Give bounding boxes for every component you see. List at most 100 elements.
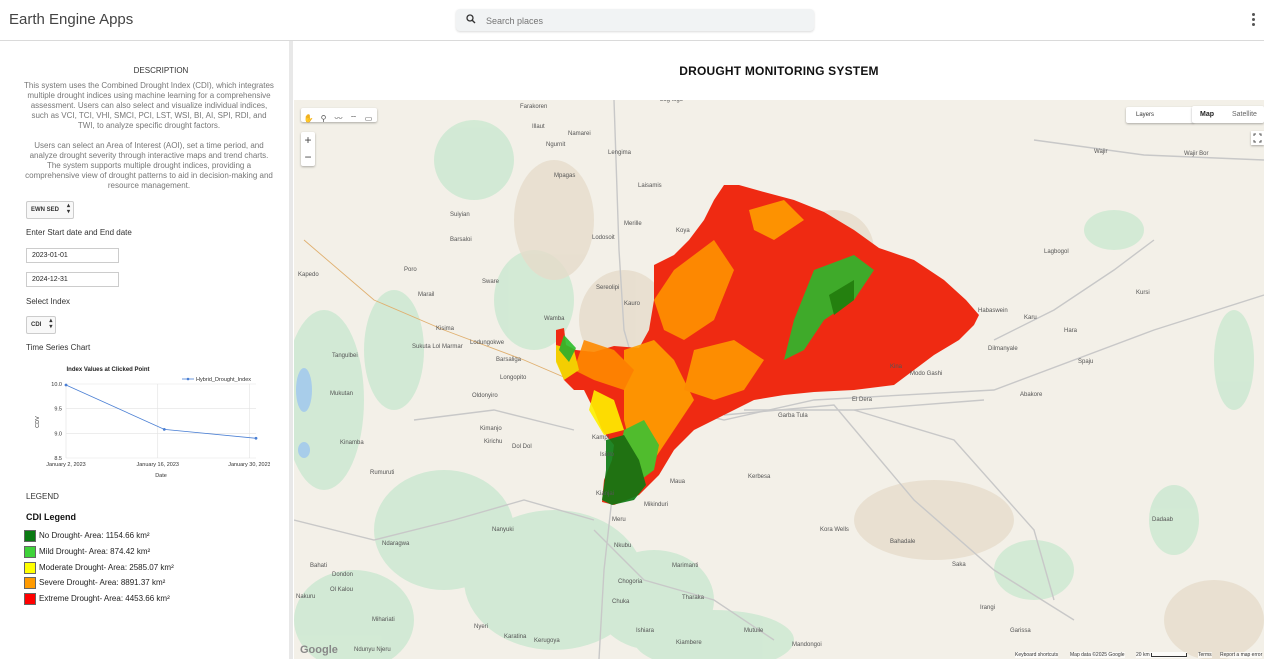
map-place-label: Illaut	[532, 124, 545, 130]
map-place-label: Chuka	[612, 599, 630, 605]
map-place-label: Kimanjo	[480, 426, 502, 432]
map-place-label: Kursi	[1136, 290, 1150, 296]
draw-rectangle-icon[interactable]: ▭	[361, 112, 376, 126]
map-data-attribution: Map data ©2025 Google	[1070, 652, 1125, 658]
map-place-label: Nyeri	[474, 624, 489, 630]
chart-data-point[interactable]	[64, 383, 68, 387]
map-place-label: Tharaka	[682, 595, 705, 601]
map-place-label: Suiyian	[450, 212, 470, 218]
map-place-label: Kirichu	[484, 439, 503, 445]
chart-y-tick-label: 9.0	[54, 431, 62, 437]
more-options-icon[interactable]	[1250, 13, 1258, 27]
chart-series-line	[65, 384, 257, 439]
aoi-select-value: EWN SED	[31, 207, 60, 213]
map-place-label: Isiolo	[600, 452, 615, 458]
map-place-label: Mandongoi	[792, 642, 822, 648]
map-view[interactable]: ✋ ⚲ 〰 ⌔ ▭ + − Layers Map Satellite Farakoren…	[294, 100, 1264, 659]
fullscreen-icon[interactable]	[1251, 131, 1264, 145]
terms-link[interactable]: Terms	[1198, 652, 1212, 658]
chart-data-point[interactable]	[254, 436, 258, 440]
end-date-input[interactable]: 2024-12-31	[26, 272, 119, 287]
pan-hand-icon[interactable]: ✋	[301, 112, 316, 126]
map-place-label: Nanyuki	[492, 527, 514, 533]
map-place-label: Kisima	[436, 326, 455, 332]
chart-x-tick-label: January 16, 2023	[136, 462, 179, 468]
map-place-label: Chogoria	[618, 579, 643, 585]
map-place-label: Dondon	[332, 572, 354, 578]
map-canvas[interactable]	[294, 100, 1264, 659]
index-select[interactable]: CDI ▴ ▾	[26, 316, 57, 334]
legend-item-label: Mild Drought- Area: 874.42 km²	[39, 547, 151, 556]
draw-line-icon[interactable]: 〰	[331, 112, 346, 126]
map-place-label: Nkubu	[614, 543, 632, 549]
drawing-tools: ✋ ⚲ 〰 ⌔ ▭	[301, 108, 377, 123]
map-place-label: Barsaloi	[450, 237, 472, 243]
top-bar: Earth Engine Apps	[0, 0, 1264, 41]
map-place-label: Lagbogol	[1044, 249, 1069, 255]
map-place-label: Ndaragwa	[382, 541, 410, 547]
aoi-select[interactable]: EWN SED ▴ ▾	[26, 201, 75, 219]
layers-button[interactable]: Layers	[1126, 107, 1194, 123]
map-place-label: Marimanti	[672, 563, 699, 569]
map-place-label: Lengima	[608, 150, 632, 156]
search-input[interactable]	[484, 12, 788, 30]
description-paragraph-1: This system uses the Combined Drought In…	[24, 81, 274, 130]
map-place-label: Abakore	[1020, 392, 1043, 398]
map-place-label: Namarei	[568, 131, 591, 137]
map-type-map-button[interactable]: Map	[1200, 106, 1214, 123]
map-place-label: Modo Gashi	[910, 371, 943, 377]
map-place-label: Longopito	[500, 375, 527, 381]
map-place-label: Oldonyiro	[472, 393, 498, 399]
chart-data-point[interactable]	[162, 427, 166, 431]
chart-x-tick-label: January 2, 2023	[46, 462, 85, 468]
start-date-input[interactable]: 2023-01-01	[26, 248, 119, 263]
legend-swatch	[24, 593, 36, 605]
map-place-label: Kapedo	[298, 272, 319, 278]
chart-label: Time Series Chart	[26, 343, 91, 352]
map-place-label: Sukuta Lol Marmar	[412, 344, 463, 350]
map-place-label: Lodosoit	[592, 235, 615, 241]
scale-bar: 20 km	[1136, 652, 1188, 658]
description-paragraph-2: Users can select an Area of Interest (AO…	[25, 141, 273, 190]
google-logo: Google	[300, 644, 338, 656]
keyboard-shortcuts-link[interactable]: Keyboard shortcuts	[1015, 652, 1059, 658]
map-place-label: Garissa	[1010, 628, 1031, 634]
point-marker-icon[interactable]: ⚲	[316, 112, 331, 126]
map-place-label: Meru	[612, 517, 626, 523]
panel-splitter[interactable]	[289, 41, 293, 659]
map-place-label: Ishiara	[636, 628, 655, 634]
map-place-label: Sware	[482, 279, 500, 285]
map-place-label: Kianjai	[596, 491, 615, 497]
map-place-label: Bahadale	[890, 539, 916, 545]
select-arrows-icon: ▴ ▾	[49, 318, 53, 330]
map-place-label: Dilmanyale	[988, 346, 1018, 352]
map-place-label: Wajir Bor	[1184, 151, 1209, 157]
map-place-label: Spaju	[1078, 359, 1094, 365]
cdi-legend-title: CDI Legend	[26, 512, 77, 522]
app-title[interactable]: Earth Engine Apps	[9, 11, 133, 28]
map-place-label: Bahati	[310, 563, 328, 569]
map-place-label: Kina	[890, 364, 903, 370]
search-icon	[466, 14, 476, 24]
map-type-satellite-button[interactable]: Satellite	[1232, 106, 1257, 123]
map-place-label: Kauro	[624, 301, 641, 307]
chart-title: Index Values at Clicked Point	[66, 367, 149, 373]
search-box[interactable]	[456, 9, 814, 31]
select-arrows-icon: ▴ ▾	[67, 203, 71, 215]
zoom-out-button[interactable]: −	[301, 149, 315, 166]
draw-shape-icon[interactable]: ⌔	[346, 112, 361, 126]
map-place-label: El Dera	[852, 397, 873, 403]
date-range-label: Enter Start date and End date	[26, 228, 132, 237]
map-place-label: Karatina	[504, 634, 527, 640]
time-series-chart[interactable]: Index Values at Clicked Point Hybrid_Dro…	[24, 362, 271, 480]
map-place-label: Lodungokwe	[470, 340, 505, 346]
index-select-value: CDI	[31, 322, 42, 328]
legend-swatch	[24, 562, 36, 574]
chart-x-tick-label: January 30, 2023	[228, 462, 270, 468]
legend-item-label: Severe Drought- Area: 8891.37 km²	[39, 578, 166, 587]
zoom-in-button[interactable]: +	[301, 132, 315, 149]
report-map-error-link[interactable]: Report a map error	[1220, 652, 1263, 658]
map-place-label: Tangulbei	[332, 353, 358, 359]
map-place-label: Barsaliga	[496, 357, 522, 363]
map-place-label: Maua	[670, 479, 686, 485]
